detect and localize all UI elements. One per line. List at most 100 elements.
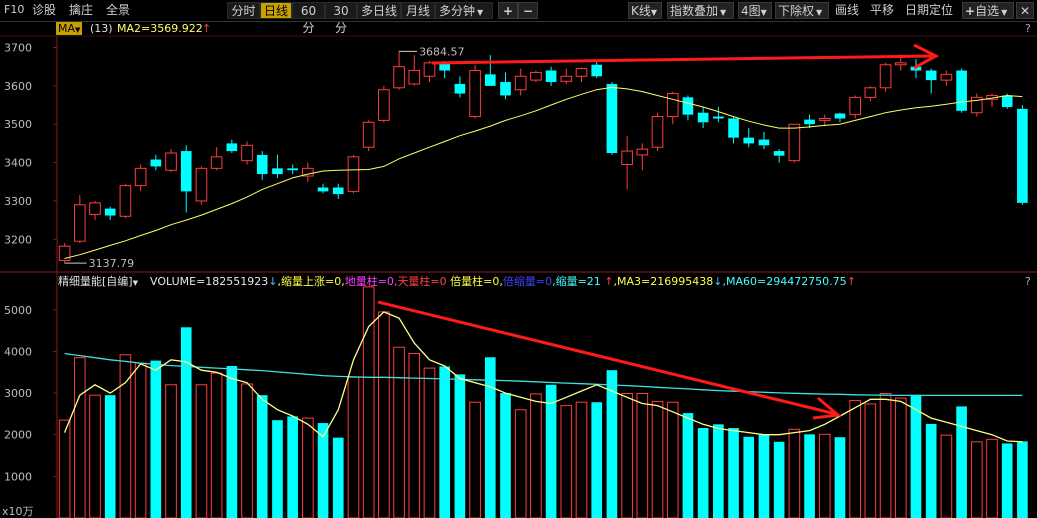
zoom-out-button[interactable]: − — [518, 2, 538, 19]
candle-body — [454, 83, 466, 94]
volume-bar — [484, 357, 496, 518]
volume-indicator-part-3: 地量柱=0, — [344, 275, 398, 288]
tab-daily[interactable]: 日线 — [260, 2, 292, 19]
chevron-down-icon: ▼ — [760, 8, 767, 17]
candle-body — [484, 74, 496, 86]
up-arrow-icon: ↑ — [202, 22, 212, 35]
price-axis-label: 3400 — [4, 157, 32, 170]
volume-indicator-part-5: 倍量柱=0, — [446, 275, 503, 288]
candle-body — [986, 94, 998, 100]
plus-icon: + — [965, 4, 976, 18]
volume-bar — [150, 360, 162, 518]
volume-bar — [788, 428, 801, 518]
ma-name: MA — [58, 22, 76, 35]
candle-body — [226, 143, 238, 152]
volume-bar — [621, 393, 633, 518]
volume-bar — [180, 327, 192, 518]
low-price-label: 3137.79 — [89, 257, 135, 270]
kline-dropdown[interactable]: K线▼ — [628, 2, 662, 19]
tab-60min[interactable]: 60分 — [292, 2, 325, 35]
trend-arrow-price-head — [913, 43, 940, 70]
chevron-down-icon: ▼ — [650, 8, 658, 17]
volume-bar — [210, 372, 223, 518]
date-locate-button[interactable]: 日期定位 — [905, 2, 953, 18]
candle-body — [940, 73, 953, 81]
trend-arrow-volume-head — [812, 396, 842, 420]
volume-ma60-line — [64, 352, 1023, 397]
candle-body — [560, 75, 573, 82]
candle-body — [180, 151, 192, 192]
volume-unit-label: x10万 — [2, 505, 34, 518]
candle-body — [469, 70, 481, 118]
volume-bar — [804, 434, 815, 518]
tab-multi-minute[interactable]: 多分钟 ▼ — [435, 2, 493, 19]
volume-bar — [773, 441, 785, 518]
volume-bar — [818, 433, 831, 518]
candle-body — [73, 204, 86, 242]
volume-bar — [956, 406, 967, 518]
volume-bar — [560, 405, 573, 518]
ma-selector[interactable]: MA▼ — [56, 22, 83, 35]
volume-bar — [272, 420, 283, 518]
four-chart-label: 4图 — [741, 4, 761, 18]
ex-rights-dropdown[interactable]: 下除权 ▼ — [775, 2, 829, 19]
volume-indicator-selector[interactable]: 精细量能[自编]▼ — [58, 275, 138, 288]
candle-body — [210, 156, 223, 169]
volume-bar — [1001, 443, 1013, 518]
volume-bar — [606, 370, 618, 518]
volume-bar — [469, 401, 481, 518]
qinzhuang-button[interactable]: 擒庄 — [69, 2, 93, 18]
pan-button[interactable]: 平移 — [870, 2, 894, 18]
main-indicator-bar: MA▼ (13) MA2=3569.922 ↑ ? — [0, 21, 1037, 36]
ex-rights-label: 下除权 — [778, 4, 815, 18]
kline-chart[interactable]: 3700 3600 3500 3400 3300 3200 5000 4000 3000 2000… — [0, 0, 1037, 518]
candle-body — [302, 167, 314, 177]
volume-bar — [58, 419, 71, 518]
help-icon[interactable]: ? — [1025, 275, 1031, 288]
volume-bar — [864, 403, 877, 518]
tab-30min[interactable]: 30分 — [325, 2, 357, 35]
f10-button[interactable]: F10 — [4, 2, 24, 18]
volume-indicator-part-12: ↑ — [846, 275, 856, 288]
volume-bar — [393, 346, 405, 518]
diagnose-stock-button[interactable]: 诊股 — [32, 2, 56, 18]
volume-bar — [758, 434, 770, 518]
volume-bar — [362, 286, 375, 518]
volume-bar — [332, 437, 344, 518]
volume-bar — [575, 401, 588, 518]
watchlist-dropdown[interactable]: +自选 ▼ — [962, 2, 1014, 19]
candle-body — [894, 62, 907, 66]
index-overlay-dropdown[interactable]: 指数叠加 ▼ — [667, 2, 734, 19]
volume-bar — [849, 400, 861, 518]
volume-bar — [317, 423, 329, 518]
candle-body — [241, 144, 253, 162]
draw-line-button[interactable]: 画线 — [835, 2, 859, 18]
volume-bar — [195, 384, 208, 518]
price-axis-label: 3300 — [4, 195, 32, 208]
tab-monthly[interactable]: 月线 — [401, 2, 435, 19]
index-overlay-label: 指数叠加 — [670, 4, 719, 18]
four-chart-dropdown[interactable]: 4图▼ — [738, 2, 772, 19]
tab-intraday[interactable]: 分时 — [227, 2, 260, 19]
candle-body — [423, 62, 436, 77]
candle-body — [272, 168, 283, 175]
tab-multi-day[interactable]: 多日线 — [357, 2, 401, 19]
candle-body — [575, 68, 588, 77]
help-icon[interactable]: ? — [1025, 22, 1031, 35]
candle-body — [925, 70, 937, 81]
close-icon[interactable]: ✕ — [1016, 2, 1034, 19]
candle-body — [393, 66, 405, 89]
chevron-down-icon: ▼ — [720, 8, 727, 17]
zoom-in-button[interactable]: + — [498, 2, 518, 19]
panorama-button[interactable]: 全景 — [106, 2, 130, 18]
volume-bar — [894, 397, 907, 518]
candle-body — [439, 62, 451, 71]
volume-bar — [666, 401, 679, 518]
candle-body — [195, 167, 208, 202]
volume-indicator-part-2: ,缩量上涨=0, — [277, 275, 345, 288]
candle-body — [150, 159, 162, 167]
volume-bar — [834, 437, 846, 518]
volume-bar — [423, 367, 436, 518]
volume-indicator-part-8: ↑ — [600, 275, 614, 288]
price-axis-label: 3500 — [4, 118, 32, 131]
